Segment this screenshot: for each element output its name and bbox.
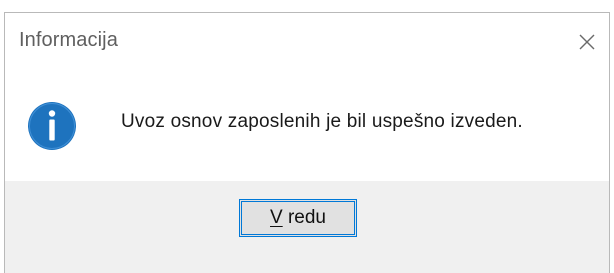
close-button[interactable] — [565, 13, 609, 71]
ok-button-label: redu — [282, 207, 326, 228]
dialog-title: Informacija — [19, 29, 118, 51]
background-window-edge — [0, 0, 614, 12]
information-dialog: Informacija Uvoz osnov zaposlenih je bil… — [4, 12, 610, 273]
close-icon — [579, 34, 595, 50]
dialog-content: Uvoz osnov zaposlenih je bil uspešno izv… — [5, 71, 609, 181]
ok-button[interactable]: V redu — [239, 199, 357, 237]
information-icon — [28, 102, 76, 150]
dialog-titlebar[interactable]: Informacija — [5, 13, 609, 71]
dialog-footer: V redu — [5, 181, 609, 273]
dialog-message: Uvoz osnov zaposlenih je bil uspešno izv… — [121, 111, 523, 132]
ok-button-mnemonic: V — [270, 207, 283, 228]
